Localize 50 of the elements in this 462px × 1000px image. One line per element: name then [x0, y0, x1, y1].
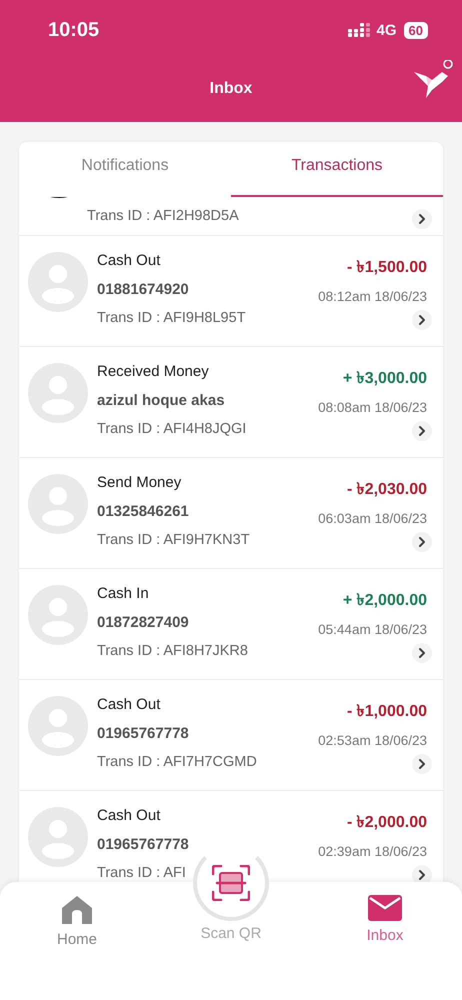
- amount: - ৳2,030.00: [346, 480, 427, 500]
- amount: + ৳3,000.00: [342, 369, 427, 389]
- trans-id: Trans ID : AFI2H98D5A: [87, 208, 239, 224]
- transaction-time: 05:44am 18/06/23: [318, 622, 427, 637]
- transaction-type: Cash Out: [97, 252, 160, 271]
- chevron-button[interactable]: [412, 310, 432, 330]
- transaction-time: 02:39am 18/06/23: [318, 844, 427, 859]
- party-name: 01965767778: [97, 724, 189, 744]
- chevron-button[interactable]: [412, 532, 432, 552]
- nav-item[interactable]: Inbox: [366, 895, 404, 944]
- nav-item[interactable]: Home: [56, 895, 97, 948]
- chevron-button[interactable]: [412, 209, 432, 229]
- battery-level: 60: [404, 22, 428, 38]
- amount: - ৳2,000.00: [346, 813, 427, 833]
- transaction-time: 02:53am 18/06/23: [318, 733, 427, 748]
- trans-id: Trans ID : AFI9H7KN3T: [97, 531, 250, 548]
- trans-id: Trans ID : AFI9H8L95T: [97, 309, 246, 326]
- transaction-type: Cash Out: [97, 807, 160, 826]
- trans-id: Trans ID : AFI7H7CGMD: [97, 753, 257, 770]
- chevron-button[interactable]: [412, 421, 432, 441]
- party-name: 01881674920: [97, 280, 189, 300]
- signal-icon: [348, 23, 370, 37]
- nav-item[interactable]: Scan QR: [193, 845, 269, 942]
- transaction-type: Cash In: [97, 585, 149, 604]
- transaction-type: Send Money: [97, 474, 182, 493]
- transaction-time: 08:12am 18/06/23: [318, 289, 427, 304]
- chevron-button[interactable]: [412, 643, 432, 663]
- network-type: 4G: [376, 22, 397, 38]
- transaction-time: 06:03am 18/06/23: [318, 511, 427, 526]
- party-name: azizul hoque akas: [97, 391, 225, 411]
- party-name: 01872827409: [97, 613, 189, 633]
- tab[interactable]: Notifications: [19, 142, 231, 197]
- party-name: 01325846261: [97, 502, 189, 522]
- party-name: 01965767778: [97, 835, 189, 855]
- trans-id: Trans ID : AFI4H8JQGI: [97, 420, 246, 437]
- envelope-icon: [368, 895, 402, 921]
- chevron-button[interactable]: [412, 754, 432, 774]
- transaction-type: Received Money: [97, 363, 209, 382]
- page-title: Inbox: [210, 80, 252, 98]
- tab[interactable]: Transactions: [231, 142, 443, 197]
- trans-id: Trans ID : AFI: [97, 864, 186, 881]
- home-icon: [60, 895, 93, 925]
- amount: - ৳1,000.00: [346, 702, 427, 722]
- status-time: 10:05: [48, 18, 100, 42]
- transaction-type: Cash Out: [97, 696, 160, 715]
- amount: + ৳2,000.00: [342, 591, 427, 611]
- amount: - ৳1,500.00: [346, 258, 427, 278]
- trans-id: Trans ID : AFI8H7JKR8: [97, 642, 248, 659]
- scan-icon: [212, 865, 250, 901]
- transaction-time: 08:08am 18/06/23: [318, 400, 427, 415]
